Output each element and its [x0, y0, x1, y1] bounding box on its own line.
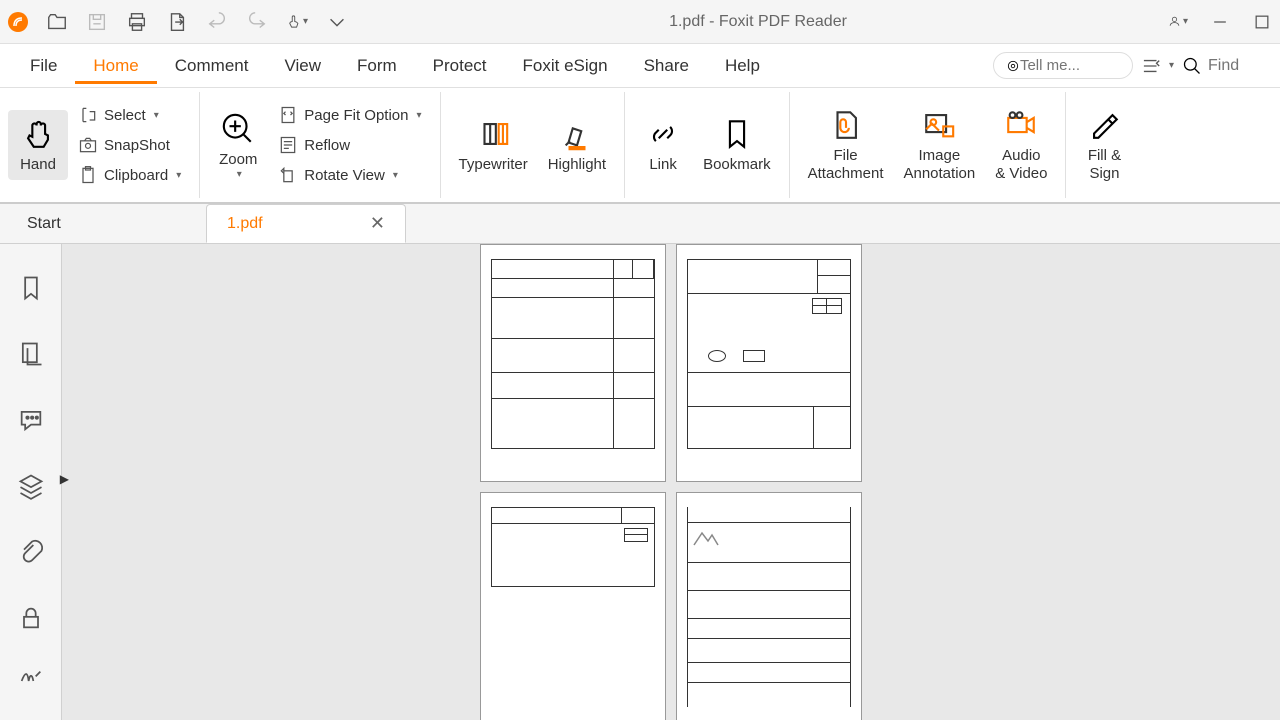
- workspace: ▶: [0, 244, 1280, 720]
- window-title: 1.pdf - Foxit PDF Reader: [348, 13, 1168, 31]
- page-thumbnail[interactable]: [480, 492, 666, 720]
- audio-video-button[interactable]: Audio & Video: [985, 101, 1057, 189]
- rotate-view-button[interactable]: Rotate View▾: [272, 161, 427, 189]
- menu-help[interactable]: Help: [707, 48, 778, 84]
- ribbon-options-icon[interactable]: ▾: [1141, 57, 1174, 75]
- clipboard-button[interactable]: Clipboard▾: [72, 161, 187, 189]
- link-button[interactable]: Link: [633, 110, 693, 180]
- account-icon[interactable]: ▾: [1168, 12, 1188, 32]
- select-button[interactable]: Select▾: [72, 101, 187, 129]
- page-thumbnail[interactable]: [676, 492, 862, 720]
- zoom-button[interactable]: Zoom ▾: [208, 105, 268, 186]
- page-thumbnail[interactable]: [480, 244, 666, 482]
- menu-bar: File Home Comment View Form Protect Foxi…: [0, 44, 1280, 88]
- qat-more-icon[interactable]: [326, 11, 348, 33]
- save-icon[interactable]: [86, 11, 108, 33]
- open-icon[interactable]: [46, 11, 68, 33]
- title-bar: ▾ 1.pdf - Foxit PDF Reader ▾: [0, 0, 1280, 44]
- export-icon[interactable]: [166, 11, 188, 33]
- hand-tool-button[interactable]: Hand: [8, 110, 68, 180]
- tell-me-input[interactable]: [1020, 57, 1120, 74]
- maximize-button[interactable]: [1252, 12, 1272, 32]
- find-box[interactable]: [1182, 56, 1268, 76]
- file-attachment-button[interactable]: File Attachment: [798, 101, 894, 189]
- menu-esign[interactable]: Foxit eSign: [505, 48, 626, 84]
- touch-mode-icon[interactable]: ▾: [286, 11, 308, 33]
- app-logo: [8, 12, 28, 32]
- layers-panel-icon[interactable]: [17, 472, 45, 500]
- bookmarks-panel-icon[interactable]: [17, 274, 45, 302]
- menu-comment[interactable]: Comment: [157, 48, 267, 84]
- close-icon[interactable]: ✕: [370, 213, 385, 234]
- menu-protect[interactable]: Protect: [415, 48, 505, 84]
- snapshot-button[interactable]: SnapShot: [72, 131, 187, 159]
- print-icon[interactable]: [126, 11, 148, 33]
- page-fit-button[interactable]: Page Fit Option▾: [272, 101, 427, 129]
- pages-panel-icon[interactable]: [17, 340, 45, 368]
- security-panel-icon[interactable]: [17, 604, 45, 632]
- ribbon: Hand Select▾ SnapShot Clipboard▾ Zoom ▾ …: [0, 88, 1280, 204]
- menu-home[interactable]: Home: [75, 48, 156, 84]
- page-thumbnail[interactable]: [676, 244, 862, 482]
- redo-icon[interactable]: [246, 11, 268, 33]
- tab-document[interactable]: 1.pdf ✕: [206, 204, 406, 243]
- search-icon: [1182, 56, 1202, 76]
- document-viewport[interactable]: [62, 244, 1280, 720]
- undo-icon[interactable]: [206, 11, 228, 33]
- highlight-button[interactable]: Highlight: [538, 110, 616, 180]
- comments-panel-icon[interactable]: [17, 406, 45, 434]
- reflow-button[interactable]: Reflow: [272, 131, 427, 159]
- menu-share[interactable]: Share: [626, 48, 707, 84]
- bookmark-button[interactable]: Bookmark: [693, 110, 781, 180]
- tab-start[interactable]: Start: [6, 206, 206, 242]
- find-input[interactable]: [1208, 57, 1268, 75]
- menu-view[interactable]: View: [266, 48, 339, 84]
- image-annotation-button[interactable]: Image Annotation: [893, 101, 985, 189]
- typewriter-button[interactable]: Typewriter: [449, 110, 538, 180]
- minimize-button[interactable]: [1210, 12, 1230, 32]
- document-tabs: Start 1.pdf ✕: [0, 204, 1280, 244]
- expand-sidebar-icon[interactable]: ▶: [60, 472, 69, 486]
- fill-sign-button[interactable]: Fill & Sign: [1074, 101, 1134, 189]
- menu-form[interactable]: Form: [339, 48, 415, 84]
- signatures-panel-icon[interactable]: [17, 660, 45, 688]
- menu-file[interactable]: File: [12, 48, 75, 84]
- attachments-panel-icon[interactable]: [17, 538, 45, 566]
- tell-me-search[interactable]: [993, 52, 1133, 79]
- navigation-sidebar: ▶: [0, 244, 62, 720]
